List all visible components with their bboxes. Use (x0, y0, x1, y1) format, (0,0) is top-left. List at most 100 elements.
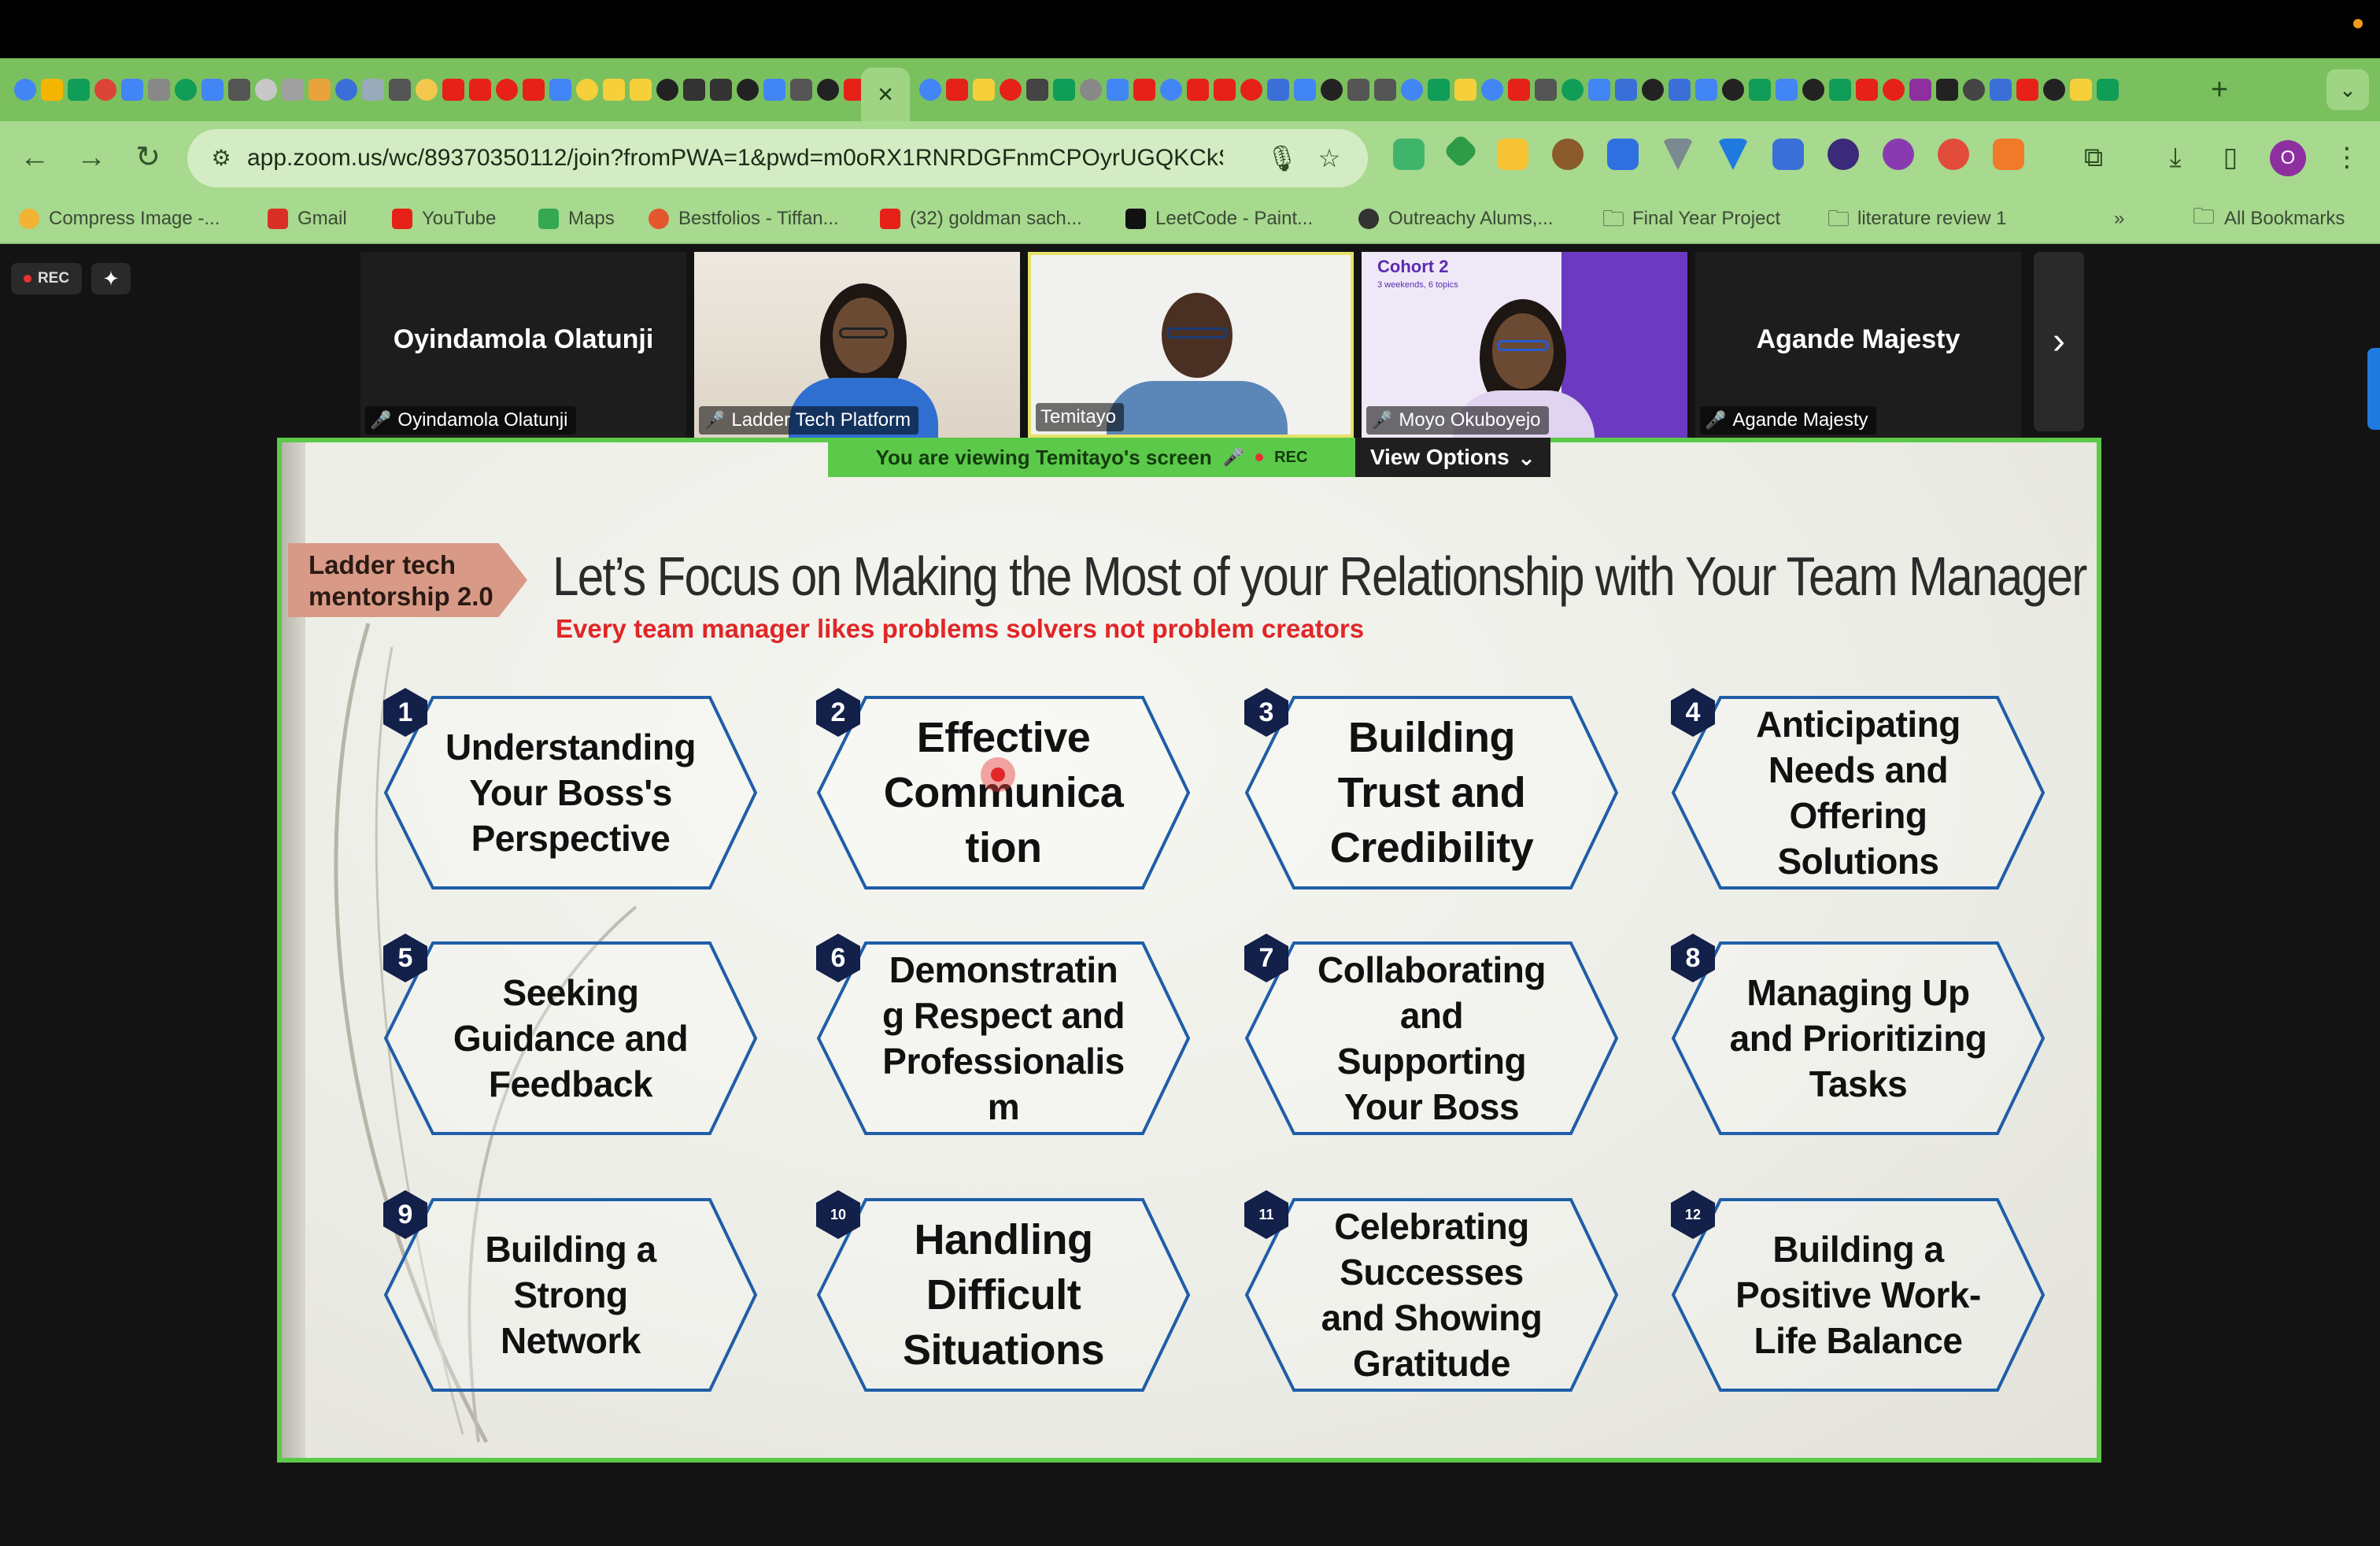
extension-icon[interactable] (1938, 139, 1969, 170)
tab-favicon-icon[interactable] (2016, 79, 2038, 101)
tab-favicon-icon[interactable] (1133, 79, 1155, 101)
tab-favicon-icon[interactable] (763, 79, 785, 101)
tab-favicon-icon[interactable] (1615, 79, 1637, 101)
tab-favicon-icon[interactable] (1776, 79, 1798, 101)
tab-favicon-icon[interactable] (946, 79, 968, 101)
tab-favicon-icon[interactable] (1187, 79, 1209, 101)
tab-favicon-icon[interactable] (919, 79, 941, 101)
tab-favicon-icon[interactable] (973, 79, 995, 101)
bookmark-item[interactable]: Compress Image -... (19, 205, 220, 233)
view-options-button[interactable]: View Options ⌄ (1355, 438, 1550, 477)
tab-favicon-icon[interactable] (201, 79, 224, 101)
participant-tile[interactable]: 🎤 Ladder Tech Platform (694, 252, 1020, 438)
tab-favicon-icon[interactable] (1695, 79, 1717, 101)
tab-favicon-icon[interactable] (630, 79, 652, 101)
download-icon[interactable]: ⤓ (2156, 139, 2194, 176)
participant-tile[interactable]: Cohort 2 3 weekends, 6 topics 🎤 Moyo Oku… (1362, 252, 1687, 438)
bookmark-item[interactable]: 🗀 Final Year Project (1602, 205, 1780, 233)
tab-favicon-icon[interactable] (41, 79, 63, 101)
tab-favicon-icon[interactable] (94, 79, 116, 101)
tab-favicon-icon[interactable] (1240, 79, 1262, 101)
screen-capture-extension-icon[interactable] (1772, 139, 1804, 170)
tab-favicon-icon[interactable] (1454, 79, 1476, 101)
bookmark-star-icon[interactable]: ☆ (1313, 142, 1346, 175)
tab-favicon-icon[interactable] (1588, 79, 1610, 101)
tab-favicon-icon[interactable] (14, 79, 36, 101)
tab-favicon-icon[interactable] (1802, 79, 1824, 101)
tab-favicon-icon[interactable] (1535, 79, 1557, 101)
extension-icon[interactable] (1993, 139, 2024, 170)
extension-icon[interactable] (1497, 139, 1528, 170)
bookmark-item[interactable]: Bestfolios - Tiffan... (649, 205, 839, 233)
tab-favicon-icon[interactable] (1053, 79, 1075, 101)
recording-badge[interactable]: REC (11, 263, 82, 294)
tab-favicon-icon[interactable] (1401, 79, 1423, 101)
bookmark-item[interactable]: LeetCode - Paint... (1125, 205, 1313, 233)
tab-favicon-icon[interactable] (1321, 79, 1343, 101)
bookmark-item[interactable]: Outreachy Alums,... (1358, 205, 1553, 233)
tab-favicon-icon[interactable] (469, 79, 491, 101)
tab-favicon-icon[interactable] (1722, 79, 1744, 101)
cookie-extension-icon[interactable] (1552, 139, 1584, 170)
tab-favicon-icon[interactable] (576, 79, 598, 101)
tab-favicon-icon[interactable] (1374, 79, 1396, 101)
tab-favicons[interactable] (919, 76, 2210, 104)
side-panel-icon[interactable]: ▯ (2212, 139, 2249, 176)
tab-favicon-icon[interactable] (1267, 79, 1289, 101)
close-tab-icon[interactable]: × (878, 80, 893, 110)
tab-favicon-icon[interactable] (1214, 79, 1236, 101)
tab-favicon-icon[interactable] (1347, 79, 1369, 101)
bookmark-item[interactable]: YouTube (392, 205, 496, 233)
tab-favicon-icon[interactable] (121, 79, 143, 101)
tab-favicon-icon[interactable] (1963, 79, 1985, 101)
extension-icon[interactable] (1828, 139, 1859, 170)
tab-favicon-icon[interactable] (1990, 79, 2012, 101)
side-panel-tab[interactable] (2367, 348, 2380, 430)
tab-favicon-icon[interactable] (1481, 79, 1503, 101)
tab-favicon-icon[interactable] (1160, 79, 1182, 101)
all-bookmarks-button[interactable]: 🗀 All Bookmarks (2193, 204, 2345, 233)
tab-favicon-icon[interactable] (442, 79, 464, 101)
tab-favicon-icon[interactable] (1936, 79, 1958, 101)
tab-favicon-icon[interactable] (416, 79, 438, 101)
tab-favicon-icon[interactable] (1294, 79, 1316, 101)
bookmark-item[interactable]: Gmail (268, 205, 347, 233)
tab-favicon-icon[interactable] (1561, 79, 1584, 101)
extension-icon[interactable] (1607, 139, 1639, 170)
grammarly-extension-icon[interactable] (1393, 139, 1425, 170)
forward-button[interactable]: → (71, 137, 112, 178)
tab-favicon-icon[interactable] (389, 79, 411, 101)
gallery-next-button[interactable]: › (2034, 252, 2084, 431)
tab-favicon-icon[interactable] (2097, 79, 2119, 101)
tab-favicon-icon[interactable] (335, 79, 357, 101)
extension-icon[interactable] (1717, 139, 1749, 170)
tab-favicon-icon[interactable] (255, 79, 277, 101)
site-info-icon[interactable]: ⚙ (205, 142, 238, 175)
new-tab-button[interactable]: + (2204, 74, 2235, 105)
tab-favicon-icon[interactable] (1107, 79, 1129, 101)
tab-favicon-icon[interactable] (1000, 79, 1022, 101)
participant-tile[interactable]: Oyindamola Olatunji 🎤 Oyindamola Olatunj… (360, 252, 686, 438)
more-menu-icon[interactable]: ⋮ (2328, 139, 2366, 176)
address-bar[interactable]: ⚙ app.zoom.us/wc/89370350112/join?fromPW… (187, 129, 1368, 187)
pinned-tab-favicons[interactable] (14, 76, 864, 104)
extension-icon[interactable] (1443, 133, 1479, 169)
tab-favicon-icon[interactable] (523, 79, 545, 101)
reload-button[interactable]: ↻ (128, 137, 168, 178)
participant-tile[interactable]: Agande Majesty 🎤 Agande Majesty (1695, 252, 2021, 438)
ai-companion-button[interactable]: ✦ (91, 263, 131, 294)
tab-favicon-icon[interactable] (2070, 79, 2092, 101)
tab-favicon-icon[interactable] (737, 79, 759, 101)
tab-favicon-icon[interactable] (282, 79, 304, 101)
tab-favicon-icon[interactable] (1909, 79, 1931, 101)
tab-favicon-icon[interactable] (1829, 79, 1851, 101)
tab-favicon-icon[interactable] (1428, 79, 1450, 101)
bookmark-item[interactable]: Maps (538, 205, 615, 233)
tab-favicon-icon[interactable] (710, 79, 732, 101)
extension-icon[interactable] (1883, 139, 1914, 170)
tab-favicon-icon[interactable] (683, 79, 705, 101)
bookmark-item[interactable]: 🗀 literature review 1 (1828, 205, 2006, 233)
tab-favicon-icon[interactable] (549, 79, 571, 101)
profile-avatar[interactable]: O (2270, 140, 2306, 176)
tab-favicon-icon[interactable] (790, 79, 812, 101)
